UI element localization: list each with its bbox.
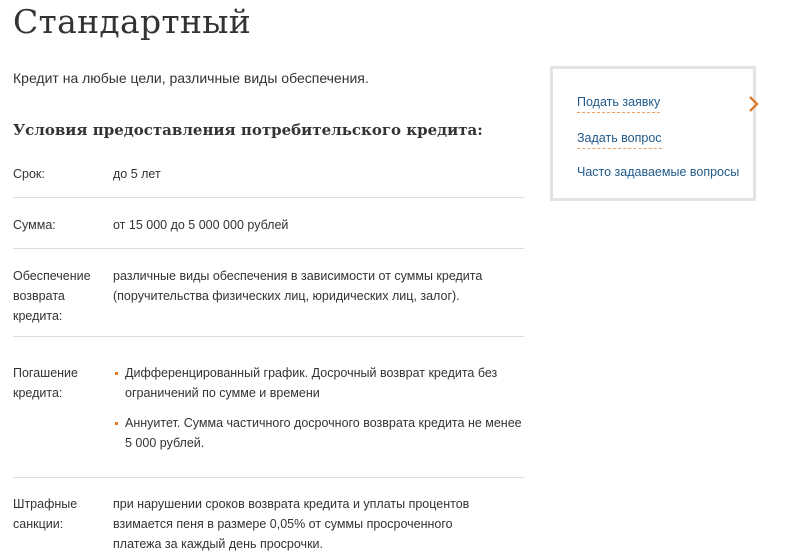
condition-row-term: Срок: до 5 лет bbox=[13, 150, 524, 198]
condition-value: от 15 000 до 5 000 000 рублей bbox=[113, 218, 289, 232]
conditions-table: Срок: до 5 лет Сумма: от 15 000 до 5 000… bbox=[13, 150, 524, 554]
conditions-heading: Условия предоставления потребительского … bbox=[13, 121, 483, 139]
ask-question-link[interactable]: Задать вопрос bbox=[577, 131, 662, 149]
condition-value: до 5 лет bbox=[113, 167, 161, 181]
condition-label: Срок: bbox=[13, 167, 45, 181]
apply-link[interactable]: Подать заявку bbox=[577, 95, 661, 113]
condition-label: Погашение кредита: bbox=[13, 366, 78, 400]
condition-value: различные виды обеспечения в зависимости… bbox=[113, 269, 483, 303]
list-item: Дифференцированный график. Досрочный воз… bbox=[113, 363, 524, 403]
condition-row-amount: Сумма: от 15 000 до 5 000 000 рублей bbox=[13, 198, 524, 249]
condition-label: Сумма: bbox=[13, 218, 56, 232]
list-item: Аннуитет. Сумма частичного досрочного во… bbox=[113, 413, 524, 453]
condition-row-penalties: Штрафные санкции: при нарушении сроков в… bbox=[13, 478, 524, 554]
condition-value: при нарушении сроков возврата кредита и … bbox=[113, 497, 470, 551]
chevron-right-icon[interactable] bbox=[745, 95, 763, 113]
condition-row-collateral: Обеспечение возврата кредита: различные … bbox=[13, 249, 524, 337]
faq-link[interactable]: Часто задаваемые вопросы bbox=[577, 165, 739, 182]
condition-row-repayment: Погашение кредита: Дифференцированный гр… bbox=[13, 337, 524, 478]
page-intro: Кредит на любые цели, различные виды обе… bbox=[13, 70, 369, 86]
actions-box: Подать заявку Задать вопрос Часто задава… bbox=[550, 66, 759, 201]
repayment-options-list: Дифференцированный график. Досрочный воз… bbox=[113, 363, 524, 453]
condition-label: Обеспечение возврата кредита: bbox=[13, 269, 91, 323]
page-title: Стандартный bbox=[13, 2, 252, 41]
condition-label: Штрафные санкции: bbox=[13, 497, 78, 531]
